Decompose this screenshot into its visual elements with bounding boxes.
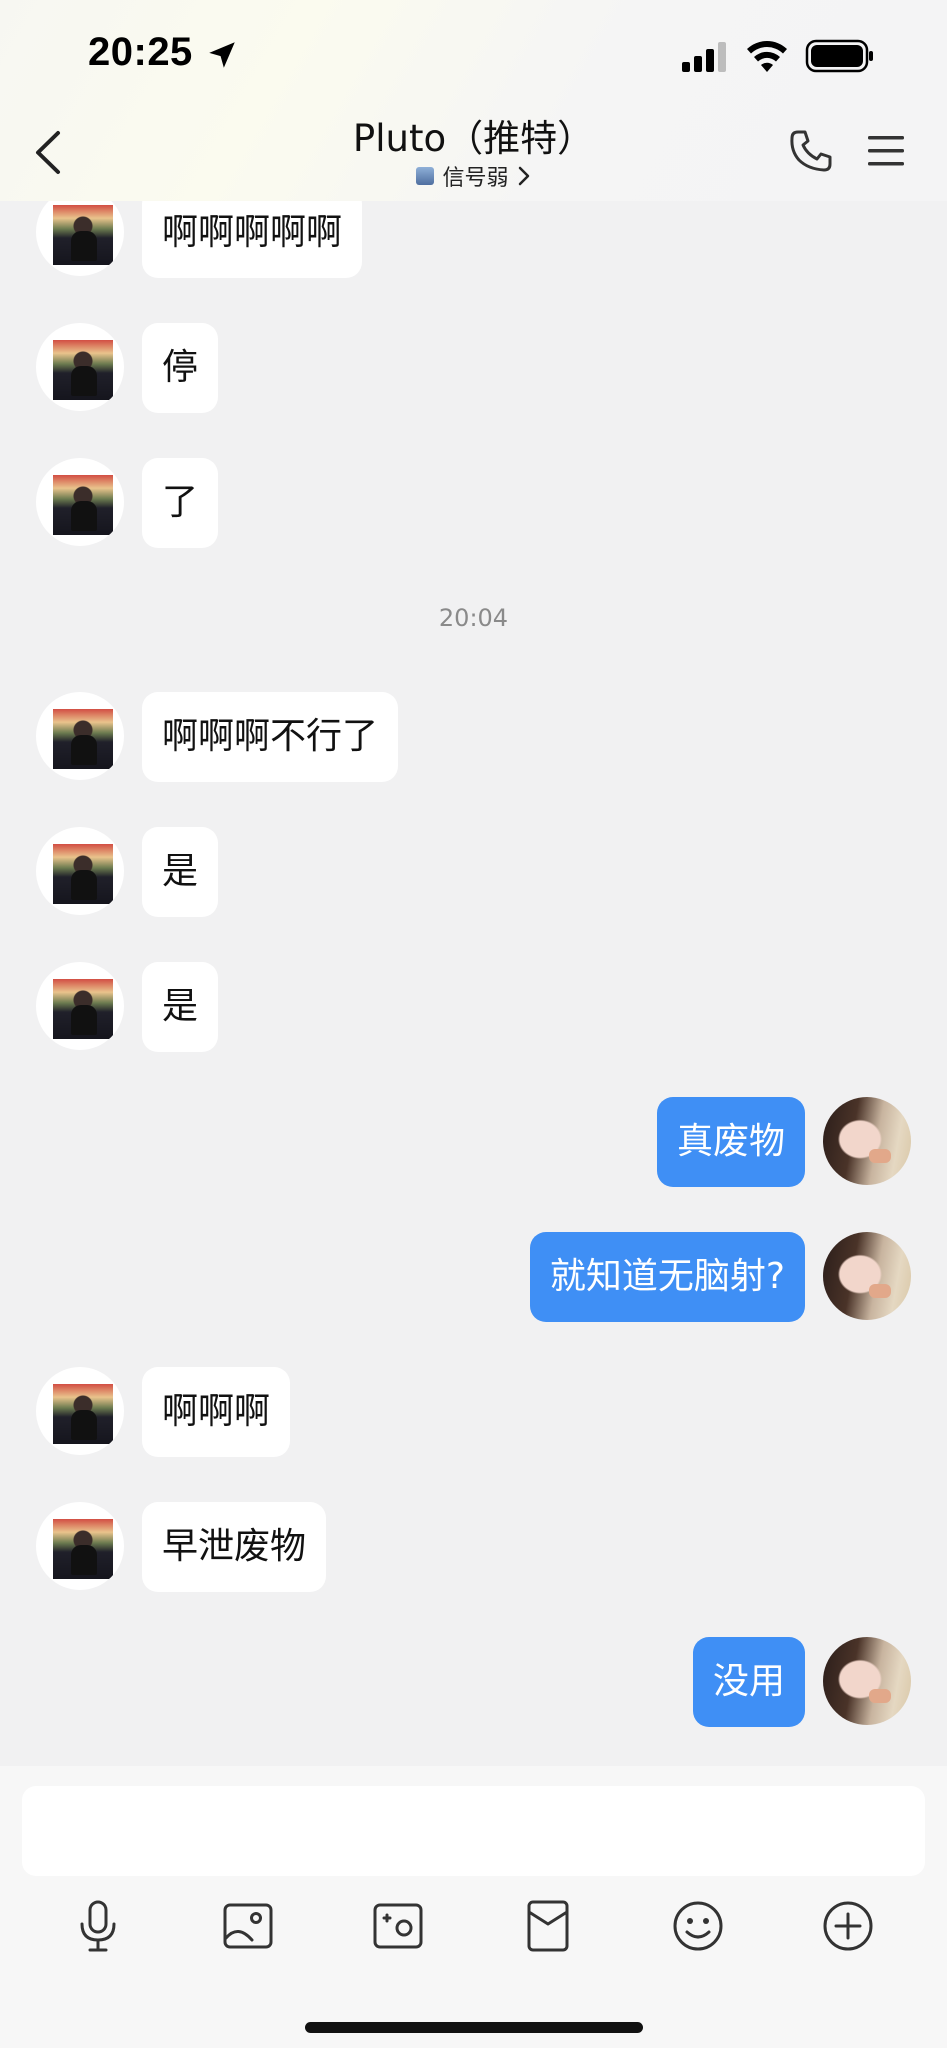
message-row: 了 <box>0 458 947 550</box>
incoming-message-bubble[interactable]: 啊啊啊啊啊 <box>142 188 363 278</box>
contact-avatar[interactable] <box>36 188 124 276</box>
incoming-message-bubble[interactable]: 是 <box>142 827 219 917</box>
my-avatar[interactable] <box>823 1637 911 1725</box>
incoming-message-bubble[interactable]: 啊啊啊不行了 <box>142 692 399 782</box>
message-row: 啊啊啊不行了 <box>0 692 947 784</box>
outgoing-message-bubble[interactable]: 真废物 <box>656 1097 805 1187</box>
message-row: 啊啊啊啊啊 <box>0 188 947 280</box>
chat-screen: 啊啊啊啊啊 停 了 20:04 啊啊啊不行了 是 是 真废物 就知道无脑射? 啊… <box>0 0 947 2048</box>
outgoing-message-bubble[interactable]: 没用 <box>692 1637 805 1727</box>
battery-icon <box>805 39 873 73</box>
red-packet-icon[interactable] <box>518 1896 578 1956</box>
my-avatar[interactable] <box>823 1097 911 1185</box>
cellular-signal-icon <box>682 42 726 72</box>
menu-icon[interactable] <box>866 133 906 169</box>
contact-avatar[interactable] <box>36 962 124 1050</box>
contact-avatar[interactable] <box>36 1502 124 1590</box>
contact-avatar[interactable] <box>36 458 124 546</box>
incoming-message-bubble[interactable]: 啊啊啊 <box>142 1367 291 1457</box>
contact-avatar[interactable] <box>36 323 124 411</box>
incoming-message-bubble[interactable]: 停 <box>142 323 219 413</box>
message-row: 没用 <box>0 1637 947 1729</box>
outgoing-message-bubble[interactable]: 就知道无脑射? <box>529 1232 805 1322</box>
message-row: 啊啊啊 <box>0 1367 947 1459</box>
incoming-message-bubble[interactable]: 早泄废物 <box>142 1502 327 1592</box>
incoming-message-bubble[interactable]: 是 <box>142 962 219 1052</box>
message-input[interactable] <box>22 1786 925 1876</box>
message-row: 就知道无脑射? <box>0 1232 947 1324</box>
image-icon[interactable] <box>218 1896 278 1956</box>
input-area <box>0 1766 947 2048</box>
home-indicator[interactable] <box>305 2022 643 2033</box>
message-row: 早泄废物 <box>0 1502 947 1594</box>
contact-avatar[interactable] <box>36 692 124 780</box>
message-list[interactable]: 啊啊啊啊啊 停 了 20:04 啊啊啊不行了 是 是 真废物 就知道无脑射? 啊… <box>0 0 947 1766</box>
emoji-icon[interactable] <box>668 1896 728 1956</box>
connection-status-label: 信号弱 <box>442 166 509 191</box>
status-time: 20:25 <box>88 30 193 74</box>
message-timestamp: 20:04 <box>438 604 509 632</box>
camera-icon[interactable] <box>368 1896 428 1956</box>
message-row: 停 <box>0 323 947 415</box>
microphone-icon[interactable] <box>68 1896 128 1956</box>
weak-signal-icon <box>416 167 435 185</box>
chevron-right-icon <box>518 166 529 186</box>
location-arrow-icon <box>209 42 235 68</box>
message-row: 是 <box>0 962 947 1054</box>
wifi-icon <box>747 41 787 72</box>
my-avatar[interactable] <box>823 1232 911 1320</box>
message-row: 真废物 <box>0 1097 947 1189</box>
incoming-message-bubble[interactable]: 了 <box>142 458 219 548</box>
phone-icon[interactable] <box>788 128 834 174</box>
contact-avatar[interactable] <box>36 1367 124 1455</box>
contact-avatar[interactable] <box>36 827 124 915</box>
navigation-header: 20:25 Pluto（推特） 信号弱 <box>0 0 947 201</box>
message-row: 是 <box>0 827 947 919</box>
plus-icon[interactable] <box>818 1896 878 1956</box>
